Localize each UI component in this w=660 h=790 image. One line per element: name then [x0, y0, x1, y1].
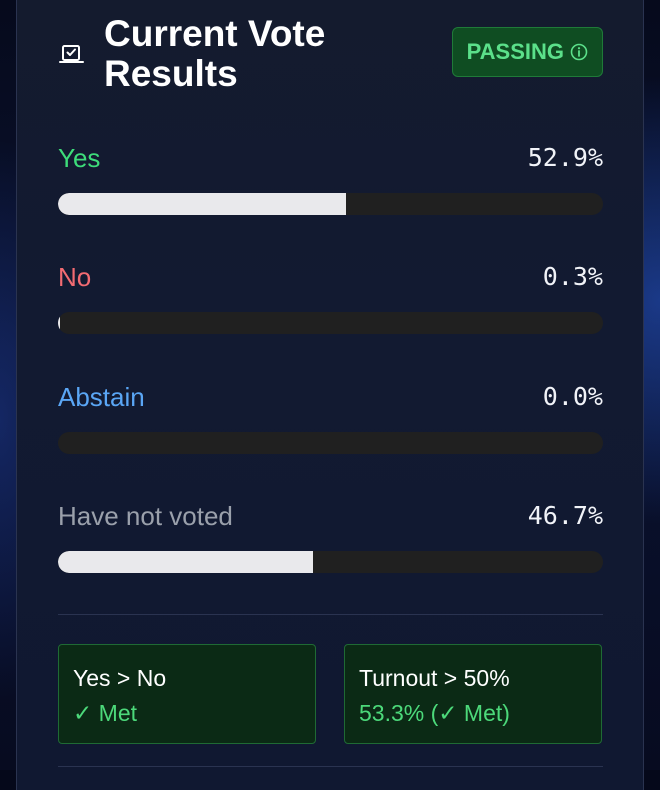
status-badge-label: PASSING	[466, 39, 564, 64]
vote-label-not-voted: Have not voted	[58, 501, 233, 531]
card-title: Current Vote Results	[104, 13, 326, 94]
progress-track-not-voted	[58, 551, 603, 573]
vote-row-no: No 0.3%	[58, 262, 603, 342]
criteria-status: ✓ Met	[73, 700, 138, 726]
info-icon[interactable]	[570, 43, 588, 61]
vote-row-abstain: Abstain 0.0%	[58, 382, 603, 462]
vote-percent-abstain: 0.0%	[542, 382, 603, 411]
criteria-card-yes-vs-no: Yes > No ✓ Met	[58, 644, 316, 744]
bottom-divider	[58, 766, 603, 767]
progress-track-no	[58, 312, 603, 334]
progress-fill-no	[58, 312, 60, 334]
ballot-box-icon	[59, 45, 84, 63]
criteria-title: Turnout > 50%	[359, 665, 510, 691]
vote-label-no: No	[58, 262, 92, 292]
vote-label-abstain: Abstain	[58, 382, 145, 412]
vote-percent-yes: 52.9%	[527, 143, 603, 172]
progress-track-abstain	[58, 432, 603, 454]
card-header: Current Vote Results PASSING	[58, 14, 603, 94]
progress-track-yes	[58, 193, 603, 215]
status-badge[interactable]: PASSING	[451, 27, 603, 77]
section-divider	[58, 614, 603, 615]
vote-row-yes: Yes 52.9%	[58, 143, 603, 223]
criteria-title: Yes > No	[73, 665, 167, 691]
criteria-status: 53.3% (✓ Met)	[359, 700, 510, 726]
vote-row-not-voted: Have not voted 46.7%	[58, 501, 603, 581]
criteria-card-turnout: Turnout > 50% 53.3% (✓ Met)	[344, 644, 602, 744]
vote-label-yes: Yes	[58, 143, 101, 173]
progress-fill-not-voted	[58, 551, 313, 573]
vote-percent-not-voted: 46.7%	[527, 501, 603, 530]
vote-percent-no: 0.3%	[542, 262, 603, 291]
progress-fill-yes	[58, 193, 347, 215]
